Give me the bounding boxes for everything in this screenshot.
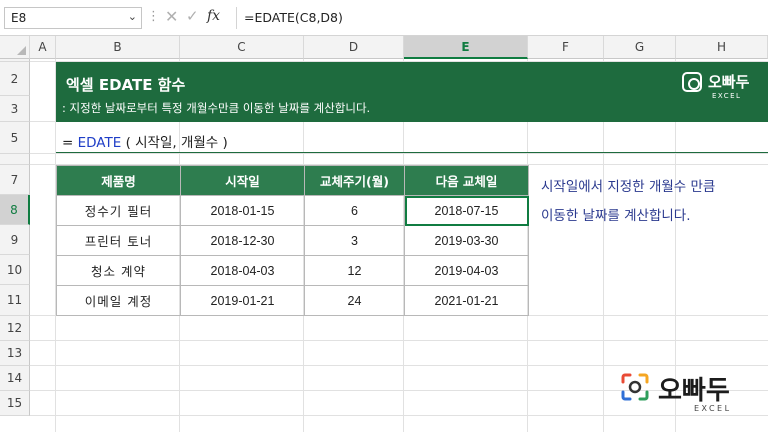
syntax-line: = EDATE ( 시작일, 개월수 ) [62,131,228,151]
divider [56,152,768,153]
insert-function-icon[interactable]: fx [207,8,220,24]
row-header-13[interactable]: 13 [0,341,30,366]
cell-start-date[interactable]: 2018-04-03 [180,255,305,286]
confirm-icon[interactable]: ✓ [186,7,199,25]
table-row: 정수기 필터 2018-01-15 6 2018-07-15 [56,195,529,226]
cell-product[interactable]: 청소 계약 [56,255,181,286]
logo-icon [682,72,702,92]
cell-start-date[interactable]: 2018-01-15 [180,195,305,226]
more-icon: ⋮ [147,9,160,24]
row-header-7[interactable]: 7 [0,165,30,195]
explanation-note: 시작일에서 지정한 개월수 만큼 이동한 날짜를 계산합니다. [541,173,715,231]
cell-cycle[interactable]: 3 [304,225,405,256]
cell-start-date[interactable]: 2019-01-21 [180,285,305,316]
row-header-8[interactable]: 8 [0,195,30,225]
cell-product[interactable]: 프린터 토너 [56,225,181,256]
header-start-date[interactable]: 시작일 [180,165,305,196]
formula-bar: E8 ⌄ ⋮ ✕ ✓ fx =EDATE(C8,D8) [0,0,768,36]
syntax-prefix: = [62,135,74,151]
column-header-e[interactable]: E [404,36,528,59]
row-header-10[interactable]: 10 [0,255,30,285]
note-line-1: 시작일에서 지정한 개월수 만큼 [541,179,716,195]
row-header-5[interactable]: 5 [0,122,30,154]
divider [236,7,237,29]
column-header-b[interactable]: B [56,36,180,59]
cell-next-date[interactable]: 2021-01-21 [404,285,529,316]
formula-input[interactable]: =EDATE(C8,D8) [244,10,343,25]
chevron-down-icon[interactable]: ⌄ [128,10,137,23]
column-header-h[interactable]: H [676,36,768,59]
syntax-args: ( 시작일, 개월수 ) [125,135,228,151]
header-next-date[interactable]: 다음 교체일 [404,165,529,196]
banner-logo-name: 오빠두 [708,73,750,91]
banner-logo-sub: EXCEL [712,92,742,100]
row-header-15[interactable]: 15 [0,391,30,416]
syntax-function: EDATE [77,135,122,151]
row-header-6[interactable] [0,154,30,165]
row-header-14[interactable]: 14 [0,366,30,391]
table-row: 청소 계약 2018-04-03 12 2019-04-03 [56,255,529,286]
cell-next-date[interactable]: 2019-03-30 [404,225,529,256]
cell-next-date[interactable]: 2019-04-03 [404,255,529,286]
column-header-a[interactable]: A [30,36,56,59]
cell-next-date-selected[interactable]: 2018-07-15 [404,195,529,226]
select-all-button[interactable] [0,36,30,59]
row-header-12[interactable]: 12 [0,316,30,341]
table-row: 프린터 토너 2018-12-30 3 2019-03-30 [56,225,529,256]
column-header-g[interactable]: G [604,36,676,59]
name-box-value: E8 [11,11,27,25]
column-header-f[interactable]: F [528,36,604,59]
name-box[interactable]: E8 ⌄ [4,7,142,29]
column-header-d[interactable]: D [304,36,404,59]
row-header-11[interactable]: 11 [0,285,30,316]
brand-logo: 오빠두 EXCEL [618,370,758,420]
row-header-2[interactable]: 2 [0,62,30,96]
logo-name: 오빠두 [658,376,730,406]
logo-sub: EXCEL [694,404,732,413]
cell-product[interactable]: 이메일 계정 [56,285,181,316]
grid-line [30,153,768,154]
column-header-c[interactable]: C [180,36,304,59]
cell-product[interactable]: 정수기 필터 [56,195,181,226]
cell-cycle[interactable]: 12 [304,255,405,286]
table-header-row: 제품명 시작일 교체주기(월) 다음 교체일 [56,165,529,196]
cell-cycle[interactable]: 24 [304,285,405,316]
grid-line [30,340,768,341]
logo-icon [621,373,649,401]
cell-start-date[interactable]: 2018-12-30 [180,225,305,256]
row-header-3[interactable]: 3 [0,96,30,122]
note-line-2: 이동한 날짜를 계산합니다. [541,208,691,224]
header-product[interactable]: 제품명 [56,165,181,196]
banner-subtitle: : 지정한 날짜로부터 특정 개월수만큼 이동한 날짜를 계산합니다. [62,101,371,115]
select-all-icon [17,46,26,55]
header-cycle[interactable]: 교체주기(월) [304,165,405,196]
cell-cycle[interactable]: 6 [304,195,405,226]
banner-title: 엑셀 EDATE 함수 [66,76,186,94]
table-row: 이메일 계정 2019-01-21 24 2021-01-21 [56,285,529,316]
banner-logo: 오빠두 EXCEL [680,70,760,108]
cancel-icon[interactable]: ✕ [165,7,178,26]
row-header-9[interactable]: 9 [0,225,30,255]
grid-line [30,365,768,366]
data-table: 제품명 시작일 교체주기(월) 다음 교체일 정수기 필터 2018-01-15… [56,165,529,316]
